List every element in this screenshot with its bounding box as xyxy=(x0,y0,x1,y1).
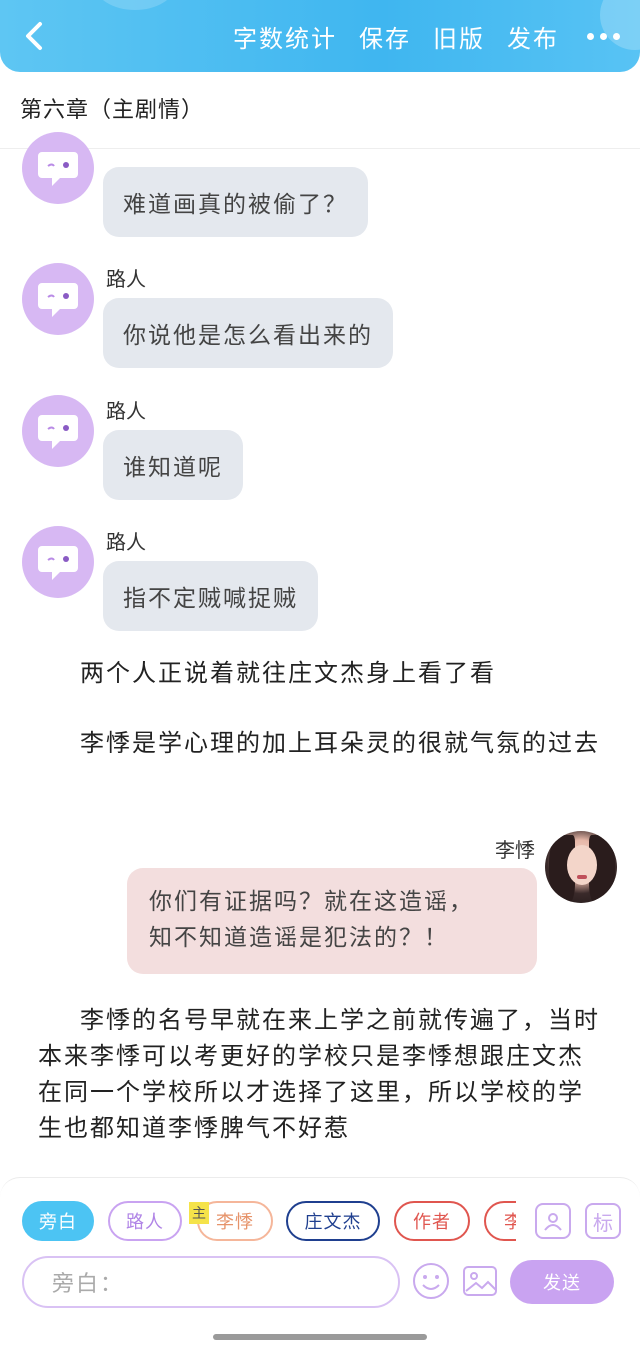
narration-text[interactable]: 两个人正说着就往庄文杰身上看了看 xyxy=(38,655,608,691)
image-button[interactable] xyxy=(462,1263,498,1299)
send-button[interactable]: 发送 xyxy=(510,1260,614,1304)
message-right[interactable]: 你们有证据吗？就在这造谣， 知不知道造谣是犯法的？！ xyxy=(127,868,537,974)
smiley-icon xyxy=(413,1263,449,1299)
avatar xyxy=(22,395,94,467)
message-text-line: 你们有证据吗？就在这造谣， xyxy=(149,889,474,915)
publish-button[interactable]: 发布 xyxy=(507,19,559,54)
chevron-left-icon xyxy=(26,22,42,50)
role-manage-button[interactable] xyxy=(535,1203,571,1239)
message-text: 谁知道呢 xyxy=(103,430,243,500)
message-text: 指不定贼喊捉贼 xyxy=(103,561,318,631)
chapter-title: 第六章（主剧情） xyxy=(20,98,205,123)
speech-bubble-icon xyxy=(38,283,78,317)
speaker-name: 李悸 xyxy=(495,838,535,862)
avatar xyxy=(22,526,94,598)
speaker-name: 路人 xyxy=(106,530,146,554)
word-count-button[interactable]: 字数统计 xyxy=(233,19,337,54)
more-icon[interactable] xyxy=(581,32,620,40)
message-text-line: 知不知道造谣是犯法的？！ xyxy=(149,925,449,951)
user-card-icon xyxy=(544,1213,562,1231)
old-version-button[interactable]: 旧版 xyxy=(433,19,485,54)
avatar xyxy=(22,132,94,204)
role-chips: 旁白 路人 李悸 庄文杰 作者 李 xyxy=(22,1201,516,1243)
role-chip-passerby[interactable]: 路人 xyxy=(108,1201,182,1241)
narration-text[interactable]: 李悸的名号早就在来上学之前就传遍了，当时本来李悸可以考更好的学校只是李悸想跟庄文… xyxy=(38,1002,608,1146)
top-actions: 字数统计 保存 旧版 发布 xyxy=(233,18,620,54)
home-indicator[interactable] xyxy=(213,1334,427,1340)
save-button[interactable]: 保存 xyxy=(359,19,411,54)
image-icon xyxy=(463,1266,497,1296)
main-role-badge: 主 xyxy=(189,1202,209,1224)
role-chip-li[interactable]: 李 xyxy=(484,1201,516,1241)
speech-bubble-icon xyxy=(38,546,78,580)
message-text: 难道画真的被偷了？ xyxy=(103,167,368,237)
avatar xyxy=(545,831,617,903)
message-text: 你说他是怎么看出来的 xyxy=(103,298,393,368)
speech-bubble-icon xyxy=(38,152,78,186)
speech-bubble-icon xyxy=(38,415,78,449)
emoji-button[interactable] xyxy=(412,1262,450,1300)
role-chip-narrator[interactable]: 旁白 xyxy=(22,1201,94,1241)
avatar xyxy=(22,263,94,335)
decor-circle xyxy=(95,0,175,10)
speaker-name: 路人 xyxy=(106,399,146,423)
narration-text[interactable]: 李悸是学心理的加上耳朵灵的很就气氛的过去 xyxy=(38,725,608,761)
speaker-name: 路人 xyxy=(106,267,146,291)
top-bar: 字数统计 保存 旧版 发布 xyxy=(0,0,640,72)
divider xyxy=(0,148,640,149)
mark-button[interactable]: 标 xyxy=(585,1203,621,1239)
role-chip-author[interactable]: 作者 xyxy=(394,1201,470,1241)
back-button[interactable] xyxy=(18,18,54,54)
message-input[interactable]: 旁白： xyxy=(22,1256,400,1308)
role-chip-zhuangwenjie[interactable]: 庄文杰 xyxy=(286,1201,380,1241)
